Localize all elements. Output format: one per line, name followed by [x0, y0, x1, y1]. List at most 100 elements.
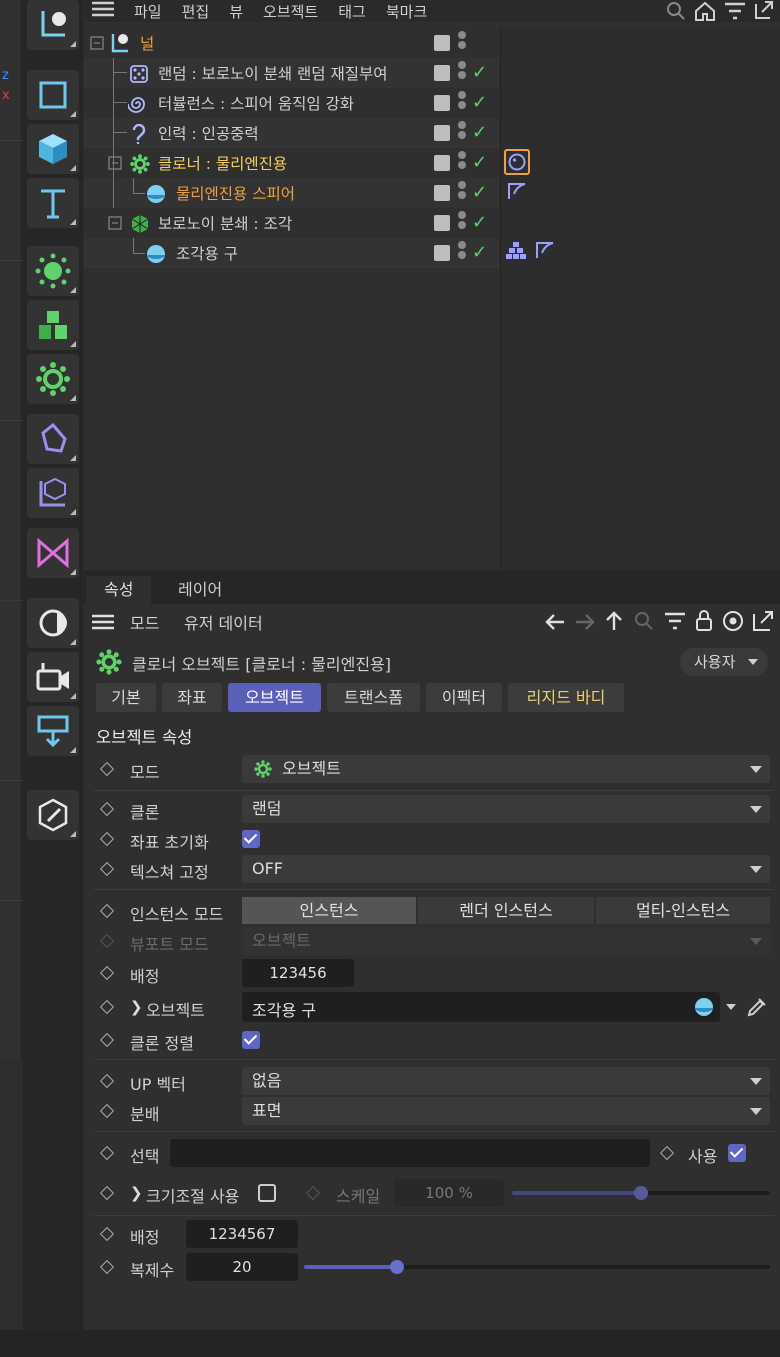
tree-row-random[interactable]: 랜덤 : 보로노이 분쇄 랜덤 재질부여 ✓	[84, 58, 501, 88]
tree-row-turbulence[interactable]: 터뷸런스 : 스피어 움직임 강화 ✓	[84, 88, 501, 118]
subtab-basic[interactable]: 기본	[96, 683, 156, 712]
menu-view[interactable]: 뷰	[229, 1, 243, 22]
fix-texture-dropdown[interactable]: OFF	[242, 855, 770, 883]
menu-file[interactable]: 파일	[134, 1, 162, 22]
lock-icon[interactable]	[694, 609, 714, 635]
collapse-icon[interactable]	[90, 36, 104, 50]
new-window-icon[interactable]	[752, 610, 774, 636]
menu-edit[interactable]: 편집	[182, 1, 210, 22]
clone-dropdown[interactable]: 랜덤	[242, 795, 770, 823]
mode-dropdown[interactable]: 오브젝트	[242, 755, 770, 783]
filter-icon[interactable]	[724, 2, 746, 24]
visibility-dots-icon[interactable]	[458, 211, 466, 235]
edit-toggle-icon[interactable]	[434, 215, 450, 231]
tree-row-physics-sphere[interactable]: 물리엔진용 스피어 ✓	[84, 178, 501, 208]
filter-icon[interactable]	[664, 612, 686, 634]
visibility-dots-icon[interactable]	[458, 181, 466, 205]
sort-clones-checkbox[interactable]	[242, 1031, 260, 1049]
edit-toggle-icon[interactable]	[434, 245, 450, 261]
script-tool[interactable]	[27, 790, 79, 840]
object-name[interactable]: 조각용 구	[176, 242, 238, 264]
edit-toggle-icon[interactable]	[434, 35, 450, 51]
enabled-check-icon[interactable]: ✓	[472, 152, 487, 173]
object-name[interactable]: 물리엔진용 스피어	[176, 182, 295, 204]
edit-toggle-icon[interactable]	[434, 65, 450, 81]
tab-layers[interactable]: 레이어	[160, 576, 240, 604]
visibility-dots-icon[interactable]	[458, 121, 466, 145]
search-icon[interactable]	[634, 611, 654, 635]
camera-tool[interactable]	[27, 652, 79, 702]
cube-tool[interactable]	[27, 124, 79, 174]
null-object-tool[interactable]	[27, 0, 79, 50]
object-name[interactable]: 터뷸런스 : 스피어 움직임 강화	[158, 92, 354, 114]
edit-toggle-icon[interactable]	[434, 155, 450, 171]
target-icon[interactable]	[722, 610, 744, 636]
enabled-check-icon[interactable]: ✓	[472, 212, 487, 233]
up-vector-dropdown[interactable]: 없음	[242, 1067, 770, 1095]
deformer-tool[interactable]	[27, 414, 79, 464]
object-name[interactable]: 보로노이 분쇄 : 조각	[158, 212, 292, 234]
enabled-check-icon[interactable]: ✓	[472, 182, 487, 203]
subtab-effectors[interactable]: 이펙터	[426, 683, 502, 712]
keyframe-diamond-icon[interactable]	[99, 831, 115, 847]
visibility-dots-icon[interactable]	[458, 151, 466, 175]
tree-row-fragment-sphere[interactable]: 조각용 구 ✓	[84, 238, 501, 268]
instance-mode-option-render[interactable]: 렌더 인스턴스	[418, 897, 594, 924]
subtab-transform[interactable]: 트랜스폼	[327, 683, 420, 712]
viewport-area[interactable]: z x	[0, 0, 22, 1060]
scale-enable-checkbox[interactable]	[258, 1184, 276, 1202]
count-field[interactable]: 20	[186, 1253, 298, 1281]
back-arrow-icon[interactable]	[544, 612, 566, 636]
use-checkbox[interactable]	[728, 1144, 746, 1162]
keyframe-diamond-icon[interactable]	[99, 861, 115, 877]
instance-mode-option-multi[interactable]: 멀티-인스턴스	[596, 897, 770, 924]
effector-tool[interactable]	[27, 354, 79, 404]
enabled-check-icon[interactable]: ✓	[472, 122, 487, 143]
collapse-icon[interactable]	[108, 216, 122, 230]
hamburger-icon[interactable]	[92, 1, 114, 21]
user-dropdown[interactable]: 사용자	[680, 648, 768, 676]
eyedropper-icon[interactable]	[746, 996, 768, 1022]
tag-physics-selected[interactable]	[504, 149, 530, 175]
edit-toggle-icon[interactable]	[434, 185, 450, 201]
visibility-dots-icon[interactable]	[458, 61, 466, 85]
text-tool[interactable]	[27, 178, 79, 228]
home-icon[interactable]	[694, 1, 716, 25]
subtab-coords[interactable]: 좌표	[162, 683, 222, 712]
keyframe-diamond-icon[interactable]	[99, 761, 115, 777]
hamburger-icon[interactable]	[92, 614, 114, 634]
floor-tool[interactable]	[27, 706, 79, 756]
visibility-dots-icon[interactable]	[458, 91, 466, 115]
userdata-menu[interactable]: 유저 데이터	[184, 610, 263, 634]
tree-row-voronoi[interactable]: 보로노이 분쇄 : 조각 ✓	[84, 208, 501, 238]
chevron-down-icon[interactable]	[726, 1004, 736, 1010]
expand-chevron-icon[interactable]: ❯	[130, 1184, 143, 1202]
tab-attributes[interactable]: 속성	[86, 576, 152, 604]
enabled-check-icon[interactable]: ✓	[472, 242, 487, 263]
selection-field[interactable]	[170, 1139, 650, 1167]
expand-chevron-icon[interactable]: ❯	[130, 998, 143, 1016]
mograph-tool[interactable]	[27, 528, 79, 578]
object-name[interactable]: 널	[140, 32, 154, 54]
cube-primitive-tool[interactable]	[27, 70, 79, 120]
enabled-check-icon[interactable]: ✓	[472, 92, 487, 113]
fracture-tool[interactable]	[27, 300, 79, 350]
edit-toggle-icon[interactable]	[434, 95, 450, 111]
tree-row-attractor[interactable]: 인력 : 인공중력 ✓	[84, 118, 501, 148]
axis-cube-tool[interactable]	[27, 468, 79, 518]
phong-tag-icon[interactable]	[507, 182, 527, 204]
menu-object[interactable]: 오브젝트	[263, 1, 318, 22]
expand-window-icon[interactable]	[754, 0, 774, 24]
keyframe-diamond-icon[interactable]	[99, 1103, 115, 1119]
object-name[interactable]: 클로너 : 물리엔진용	[158, 152, 287, 174]
environment-tool[interactable]	[27, 598, 79, 648]
object-name[interactable]: 인력 : 인공중력	[158, 122, 259, 144]
keyframe-diamond-icon[interactable]	[99, 801, 115, 817]
keyframe-diamond-icon[interactable]	[99, 1032, 115, 1048]
tree-row-null[interactable]: 널	[84, 28, 501, 58]
search-icon[interactable]	[666, 1, 686, 25]
tree-row-cloner[interactable]: 클로너 : 물리엔진용 ✓	[84, 148, 501, 178]
fragments-tag-icon[interactable]	[505, 241, 527, 263]
cloner-tool[interactable]	[27, 246, 79, 296]
viewport-panel[interactable]: z x	[0, 0, 22, 1357]
